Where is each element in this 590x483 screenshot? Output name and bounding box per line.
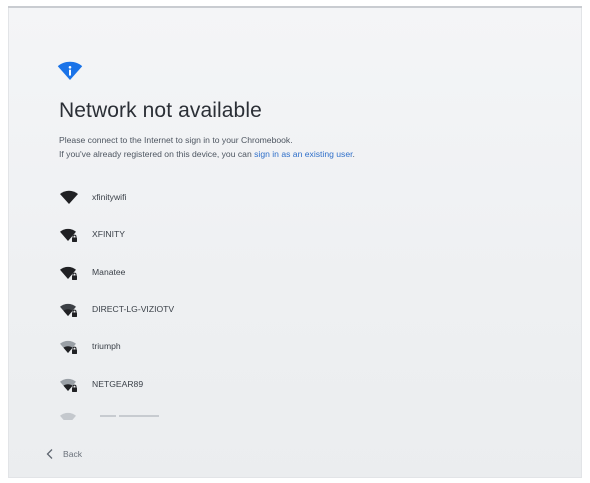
description-line-2-prefix: If you've already registered on this dev… — [59, 149, 255, 159]
network-item-partial[interactable] — [59, 406, 479, 420]
description-line-1: Please connect to the Internet to sign i… — [59, 135, 293, 145]
network-name-truncated — [100, 415, 159, 417]
description-line-2-suffix: . — [352, 149, 355, 159]
wifi-lock-icon — [60, 340, 77, 354]
wifi-lock-icon — [60, 228, 77, 242]
network-item-xfinity[interactable]: XFINITY — [59, 221, 479, 249]
network-name: NETGEAR89 — [92, 379, 144, 389]
network-name: xfinitywifi — [92, 192, 127, 202]
wifi-lock-icon — [60, 378, 77, 392]
page-title: Network not available — [59, 99, 262, 122]
screen-top-edge — [8, 6, 582, 8]
network-name: XFINITY — [92, 229, 125, 239]
network-item-triumph[interactable]: triumph — [59, 333, 479, 361]
back-button[interactable]: Back — [45, 446, 82, 462]
back-button-label: Back — [63, 449, 83, 459]
page-description: Please connect to the Internet to sign i… — [59, 133, 355, 161]
wifi-signal-icon — [60, 412, 76, 420]
wifi-info-icon — [57, 61, 83, 80]
network-item-netgear89[interactable]: NETGEAR89 — [59, 371, 479, 399]
wifi-lock-icon — [60, 303, 77, 317]
sign-in-existing-user-link[interactable]: sign in as an existing user — [254, 149, 352, 159]
wifi-signal-icon — [60, 190, 78, 204]
network-name: Manatee — [92, 267, 126, 277]
description-line-2: If you've already registered on this dev… — [59, 147, 355, 161]
network-item-manatee[interactable]: Manatee — [59, 259, 479, 287]
oobe-screen: Network not available Please connect to … — [8, 6, 582, 478]
network-item-direct-lg-viziotv[interactable]: DIRECT-LG-VIZIOTV — [59, 296, 479, 324]
network-name: DIRECT-LG-VIZIOTV — [92, 304, 175, 314]
network-item-xfinitywifi[interactable]: xfinitywifi — [59, 184, 479, 212]
chevron-left-icon — [46, 449, 53, 459]
wifi-lock-icon — [60, 266, 77, 280]
network-name: triumph — [92, 341, 121, 351]
